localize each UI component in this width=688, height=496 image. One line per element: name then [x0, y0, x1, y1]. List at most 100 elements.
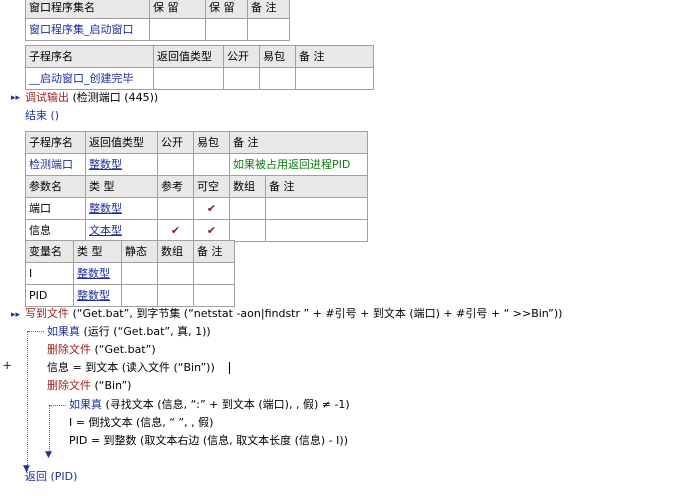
var-name-cell[interactable]: PID [25, 284, 74, 307]
nullable-check-icon[interactable]: ✔ [193, 219, 230, 242]
assembly-name-cell[interactable]: 窗口程序集_启动窗口 [25, 18, 150, 41]
param-type-cell[interactable]: 整数型 [85, 197, 158, 220]
static-cell[interactable] [121, 262, 158, 285]
col-array: 数组 [157, 240, 194, 263]
reference-checkbox[interactable] [157, 197, 194, 220]
func-delete-file: 删除文件 [47, 379, 91, 392]
array-cell[interactable] [157, 284, 194, 307]
subroutine-table-check-port: 子程序名 返回值类型 公开 易包 备 注 检测端口 整数型 如果被占用返回进程P… [25, 131, 368, 242]
static-cell[interactable] [121, 284, 158, 307]
subroutine-row[interactable]: __启动窗口_创建完毕 [25, 67, 374, 90]
add-line-icon[interactable]: + [3, 358, 11, 374]
col-public: 公开 [223, 45, 260, 68]
keyword-if-true: 如果真 [47, 325, 80, 338]
col-note: 备 注 [247, 0, 290, 19]
col-return-type: 返回值类型 [153, 45, 224, 68]
public-cell[interactable] [223, 67, 260, 90]
return-type-cell[interactable]: 整数型 [85, 153, 158, 176]
reference-check-icon[interactable]: ✔ [157, 219, 194, 242]
col-static: 静态 [121, 240, 158, 263]
flow-line-if1-branch [28, 331, 44, 332]
col-note: 备 注 [295, 45, 374, 68]
func-write-file: 写到文件 [25, 307, 69, 320]
variable-row[interactable]: I 整数型 [25, 262, 235, 285]
expand-arrow-icon[interactable]: ▸▸ [11, 93, 20, 103]
note-cell[interactable]: 如果被占用返回进程PID [229, 153, 368, 176]
expand-arrow-icon[interactable]: ▸▸ [11, 310, 20, 320]
col-param-name: 参数名 [25, 175, 86, 198]
nullable-check-icon[interactable]: ✔ [193, 197, 230, 220]
col-sub-name: 子程序名 [25, 131, 86, 154]
func-debug-output: 调试输出 [25, 91, 69, 104]
var-name-cell[interactable]: I [25, 262, 74, 285]
param-name-cell[interactable]: 信息 [25, 219, 86, 242]
subroutine-header: 子程序名 返回值类型 公开 易包 备 注 [25, 131, 368, 154]
array-cell[interactable] [229, 197, 266, 220]
easy-pack-cell[interactable] [259, 67, 296, 90]
code-line-delete-bin[interactable]: 删除文件 (“Bin”) [47, 379, 131, 393]
col-array: 数组 [229, 175, 266, 198]
return-type-cell[interactable] [153, 67, 224, 90]
col-public: 公开 [157, 131, 194, 154]
assembly-table: 窗口程序集名 保 留 保 留 备 注 窗口程序集_启动窗口 [25, 0, 290, 41]
code-line-write-file[interactable]: 写到文件 (“Get.bat”, 到字节集 (“netstat -aon|fin… [25, 307, 562, 321]
col-assembly-name: 窗口程序集名 [25, 0, 150, 19]
col-param-type: 类 型 [85, 175, 158, 198]
debug-output-args: (检测端口 (445)) [69, 91, 159, 104]
note-cell[interactable] [193, 262, 235, 285]
note-cell[interactable] [295, 67, 374, 90]
param-note-cell[interactable] [265, 219, 368, 242]
func-delete-file: 删除文件 [47, 343, 91, 356]
subroutine-table-create: 子程序名 返回值类型 公开 易包 备 注 __启动窗口_创建完毕 [25, 45, 374, 90]
code-line-assign-pid[interactable]: PID = 到整数 (取文本右边 (信息, 取文本长度 (信息) - I)) [69, 434, 348, 448]
var-type-cell[interactable]: 整数型 [73, 284, 122, 307]
code-line-if2[interactable]: 如果真 (寻找文本 (信息, “:” + 到文本 (端口), , 假) ≠ -1… [69, 398, 350, 412]
flow-line-inner [49, 405, 50, 455]
param-header: 参数名 类 型 参考 可空 数组 备 注 [25, 175, 368, 198]
flow-down-arrow-icon: ▼ [45, 450, 52, 460]
col-easy-pack: 易包 [193, 131, 230, 154]
sub-name-cell[interactable]: 检测端口 [25, 153, 86, 176]
code-line-delete-bat[interactable]: 删除文件 (“Get.bat”) [47, 343, 156, 357]
easy-pack-cell[interactable] [193, 153, 230, 176]
code-line-read-info[interactable]: 信息 = 到文本 (读入文件 (“Bin”)) [47, 361, 215, 375]
col-var-name: 变量名 [25, 240, 74, 263]
reserved-cell-1[interactable] [149, 18, 206, 41]
keyword-return: 返回 (PID) [25, 470, 78, 483]
if1-args: (运行 (“Get.bat”, 真, 1)) [80, 325, 211, 338]
col-reference: 参考 [157, 175, 194, 198]
param-type-cell[interactable]: 文本型 [85, 219, 158, 242]
col-var-type: 类 型 [73, 240, 122, 263]
code-line-return[interactable]: 返回 (PID) [25, 470, 77, 484]
param-row[interactable]: 信息 文本型 ✔ ✔ [25, 219, 368, 242]
reserved-cell-2[interactable] [205, 18, 248, 41]
variable-header: 变量名 类 型 静态 数组 备 注 [25, 240, 235, 263]
variable-row[interactable]: PID 整数型 [25, 284, 235, 307]
write-file-args: (“Get.bat”, 到字节集 (“netstat -aon|findstr … [69, 307, 563, 320]
array-cell[interactable] [229, 219, 266, 242]
code-line-end[interactable]: 结束 () [25, 109, 59, 123]
assembly-table-header: 窗口程序集名 保 留 保 留 备 注 [25, 0, 290, 19]
delete-bat-args: (“Get.bat”) [91, 343, 156, 356]
param-row[interactable]: 端口 整数型 ✔ [25, 197, 368, 220]
param-name-cell[interactable]: 端口 [25, 197, 86, 220]
var-type-cell[interactable]: 整数型 [73, 262, 122, 285]
code-line-debug-output[interactable]: 调试输出 (检测端口 (445)) [25, 91, 158, 105]
flow-line-outer [27, 331, 28, 471]
local-variable-table: 变量名 类 型 静态 数组 备 注 I 整数型 PID 整数型 [25, 240, 235, 307]
col-easy-pack: 易包 [259, 45, 296, 68]
col-return-type: 返回值类型 [85, 131, 158, 154]
subroutine-row[interactable]: 检测端口 整数型 如果被占用返回进程PID [25, 153, 368, 176]
sub-name-cell[interactable]: __启动窗口_创建完毕 [25, 67, 154, 90]
param-note-cell[interactable] [265, 197, 368, 220]
text-cursor [229, 362, 230, 374]
note-cell[interactable] [247, 18, 290, 41]
code-line-assign-i[interactable]: I = 倒找文本 (信息, “ ”, , 假) [69, 416, 213, 430]
code-line-if1[interactable]: 如果真 (运行 (“Get.bat”, 真, 1)) [47, 325, 211, 339]
public-cell[interactable] [157, 153, 194, 176]
note-cell[interactable] [193, 284, 235, 307]
col-reserved-1: 保 留 [149, 0, 206, 19]
assembly-row[interactable]: 窗口程序集_启动窗口 [25, 18, 290, 41]
array-cell[interactable] [157, 262, 194, 285]
delete-bin-args: (“Bin”) [91, 379, 132, 392]
